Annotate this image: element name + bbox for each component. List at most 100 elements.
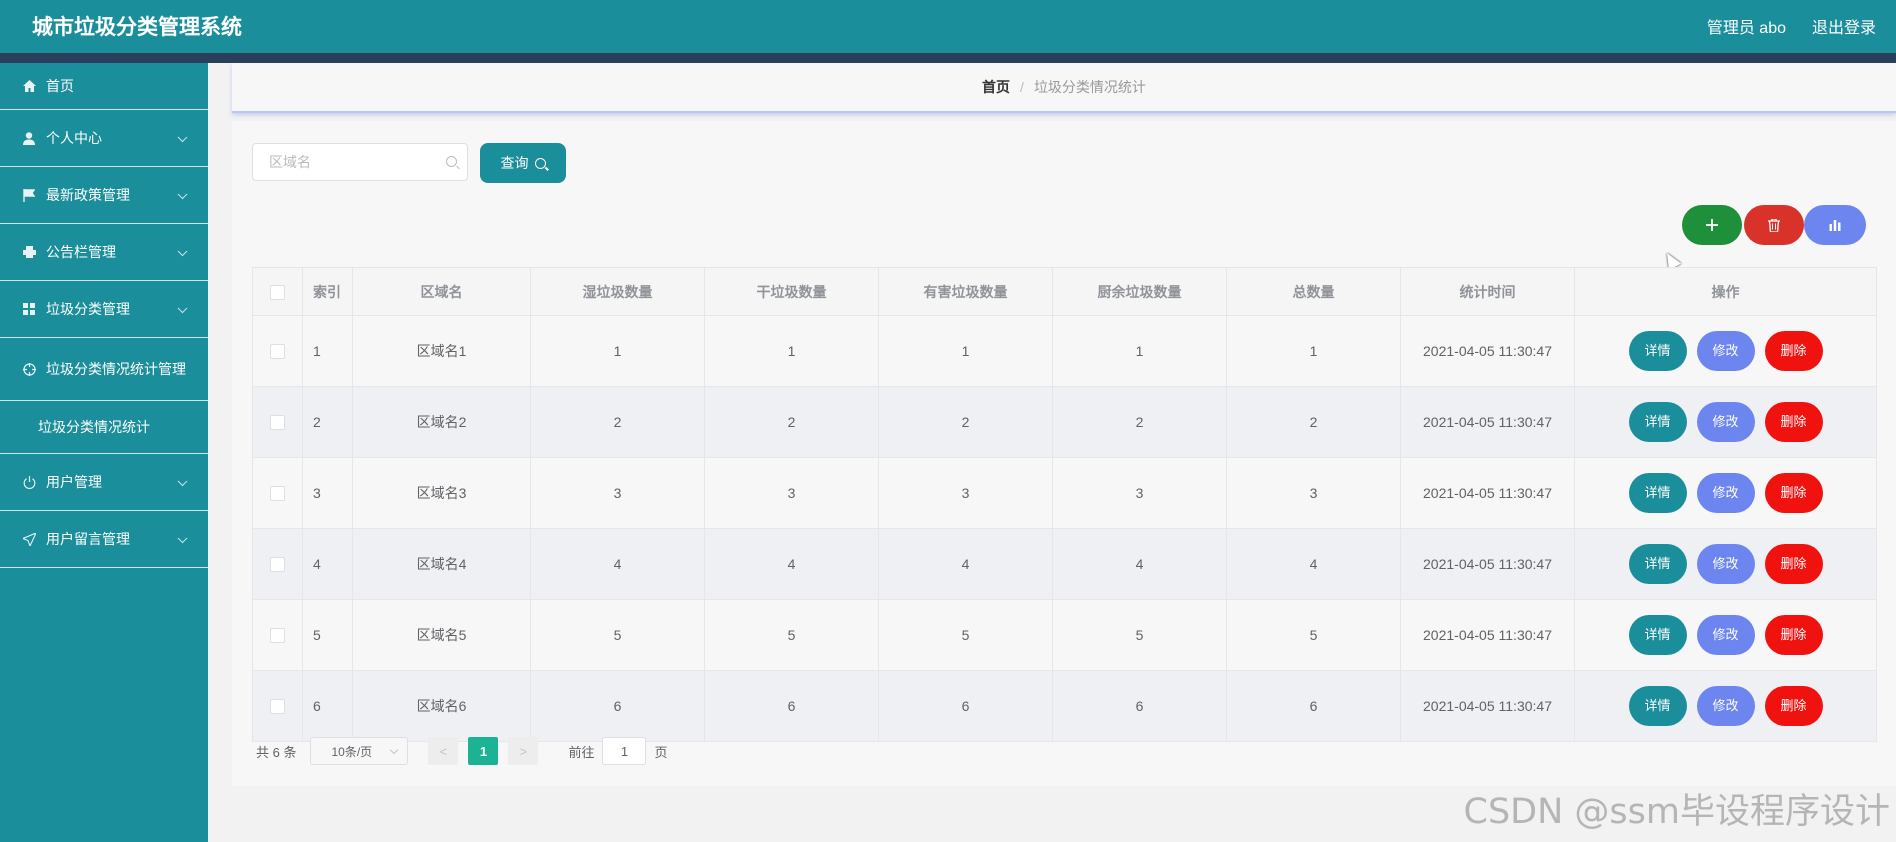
sidebar-item-statistics[interactable]: 垃圾分类情况统计管理 [0, 338, 208, 401]
search-box[interactable] [252, 143, 468, 181]
row-checkbox[interactable] [252, 670, 303, 742]
table-cell-kitchen: 1 [1052, 315, 1227, 387]
page-size-value: 10条/页 [331, 744, 373, 759]
sidebar-item-label: 用户留言管理 [46, 531, 130, 547]
detail-button[interactable]: 详情 [1628, 331, 1687, 371]
query-button[interactable]: 查询 [480, 143, 566, 183]
actions-cell: 详情 修改 删除 [1574, 315, 1877, 387]
table-cell-area: 区域名5 [352, 599, 531, 671]
select-all-checkbox[interactable] [252, 267, 303, 316]
column-header: 湿垃圾数量 [530, 267, 705, 316]
prev-page-button[interactable]: < [428, 737, 459, 765]
sidebar-item-profile[interactable]: 个人中心 [0, 110, 208, 167]
delete-button[interactable]: 删除 [1764, 686, 1823, 726]
edit-button[interactable]: 修改 [1696, 402, 1755, 442]
table-row: 6 区域名6 6 6 6 6 6 2021-04-05 11:30:47 详情 修改 删除 [252, 670, 1877, 742]
chart-button[interactable] [1804, 205, 1866, 245]
table-cell-total: 5 [1226, 599, 1401, 671]
app-title: 城市垃圾分类管理系统 [32, 16, 242, 39]
sidebar-item-messages[interactable]: 用户留言管理 [0, 511, 208, 568]
row-checkbox[interactable] [252, 457, 303, 529]
chevron-down-icon [390, 745, 399, 755]
table-cell-dry: 6 [704, 670, 879, 742]
table-cell-harmful: 4 [878, 528, 1053, 600]
table-cell-dry: 5 [704, 599, 879, 671]
breadcrumb-home[interactable]: 首页 [982, 77, 1010, 97]
table-cell-idx: 1 [302, 315, 353, 387]
table-cell-wet: 2 [530, 386, 705, 458]
delete-button[interactable]: 删除 [1764, 331, 1823, 371]
flag-icon [22, 188, 36, 202]
table-cell-wet: 5 [530, 599, 705, 671]
page-size-select[interactable]: 10条/页 [310, 737, 409, 765]
table-cell-dry: 4 [704, 528, 879, 600]
edit-button[interactable]: 修改 [1696, 331, 1755, 371]
table-cell-wet: 1 [530, 315, 705, 387]
chevron-right-icon: > [519, 743, 528, 759]
add-button[interactable] [1682, 205, 1742, 245]
next-page-button[interactable]: > [508, 737, 539, 765]
chevron-down-icon [177, 303, 188, 314]
table-cell-time: 2021-04-05 11:30:47 [1400, 386, 1575, 458]
sidebar-item-category[interactable]: 垃圾分类管理 [0, 281, 208, 338]
sidebar-item-label: 公告栏管理 [46, 244, 116, 260]
row-checkbox[interactable] [252, 599, 303, 671]
checkbox-icon [270, 415, 285, 431]
delete-button[interactable]: 删除 [1764, 473, 1823, 513]
edit-button[interactable]: 修改 [1696, 544, 1755, 584]
query-button-label: 查询 [500, 155, 529, 171]
row-checkbox[interactable] [252, 528, 303, 600]
batch-delete-button[interactable] [1744, 205, 1804, 245]
table-cell-harmful: 1 [878, 315, 1053, 387]
table-cell-time: 2021-04-05 11:30:47 [1400, 670, 1575, 742]
table-cell-idx: 6 [302, 670, 353, 742]
goto-page-input[interactable] [602, 737, 647, 765]
table-cell-dry: 2 [704, 386, 879, 458]
column-header: 索引 [302, 267, 353, 316]
edit-button[interactable]: 修改 [1696, 473, 1755, 513]
chevron-down-icon [177, 246, 188, 257]
sidebar-item-label: 首页 [46, 78, 74, 94]
delete-button[interactable]: 删除 [1764, 615, 1823, 655]
table-cell-wet: 3 [530, 457, 705, 529]
detail-button[interactable]: 详情 [1628, 686, 1687, 726]
edit-button[interactable]: 修改 [1696, 686, 1755, 726]
table-cell-harmful: 3 [878, 457, 1053, 529]
actions-cell: 详情 修改 删除 [1574, 670, 1877, 742]
sidebar-subitem-statistics[interactable]: 垃圾分类情况统计 [0, 401, 208, 454]
edit-button[interactable]: 修改 [1696, 615, 1755, 655]
column-header: 操作 [1574, 267, 1877, 316]
table-cell-time: 2021-04-05 11:30:47 [1400, 528, 1575, 600]
table-row: 4 区域名4 4 4 4 4 4 2021-04-05 11:30:47 详情 修改 删除 [252, 528, 1877, 600]
delete-button[interactable]: 删除 [1764, 544, 1823, 584]
table-cell-wet: 4 [530, 528, 705, 600]
row-checkbox[interactable] [252, 386, 303, 458]
detail-button[interactable]: 详情 [1628, 473, 1687, 513]
table-cell-kitchen: 3 [1052, 457, 1227, 529]
page-number-button[interactable]: 1 [468, 737, 499, 765]
detail-button[interactable]: 详情 [1628, 402, 1687, 442]
detail-button[interactable]: 详情 [1628, 544, 1687, 584]
sidebar: 首页 个人中心 最新政策管理 公告栏管理 垃圾分类管理 垃圾分类情况统计管理 垃… [0, 63, 208, 842]
sidebar-item-notice[interactable]: 公告栏管理 [0, 224, 208, 281]
actions-cell: 详情 修改 删除 [1574, 457, 1877, 529]
table-cell-area: 区域名6 [352, 670, 531, 742]
logout-link[interactable]: 退出登录 [1812, 14, 1876, 38]
pagination: 共 6 条 10条/页 < 1 > 前往 页 [256, 736, 668, 766]
sidebar-item-label: 个人中心 [46, 130, 102, 146]
sidebar-item-home[interactable]: 首页 [0, 63, 208, 110]
delete-button[interactable]: 删除 [1764, 402, 1823, 442]
sidebar-item-label: 用户管理 [46, 474, 102, 490]
sidebar-item-label: 垃圾分类管理 [46, 301, 130, 317]
goto-suffix: 页 [654, 744, 668, 760]
table-cell-total: 1 [1226, 315, 1401, 387]
search-input[interactable] [267, 153, 431, 171]
table-cell-idx: 2 [302, 386, 353, 458]
row-checkbox[interactable] [252, 315, 303, 387]
sidebar-item-policy[interactable]: 最新政策管理 [0, 167, 208, 224]
table-cell-total: 6 [1226, 670, 1401, 742]
sidebar-item-users[interactable]: 用户管理 [0, 454, 208, 511]
detail-button[interactable]: 详情 [1628, 615, 1687, 655]
printer-icon [22, 245, 36, 259]
table-cell-harmful: 6 [878, 670, 1053, 742]
